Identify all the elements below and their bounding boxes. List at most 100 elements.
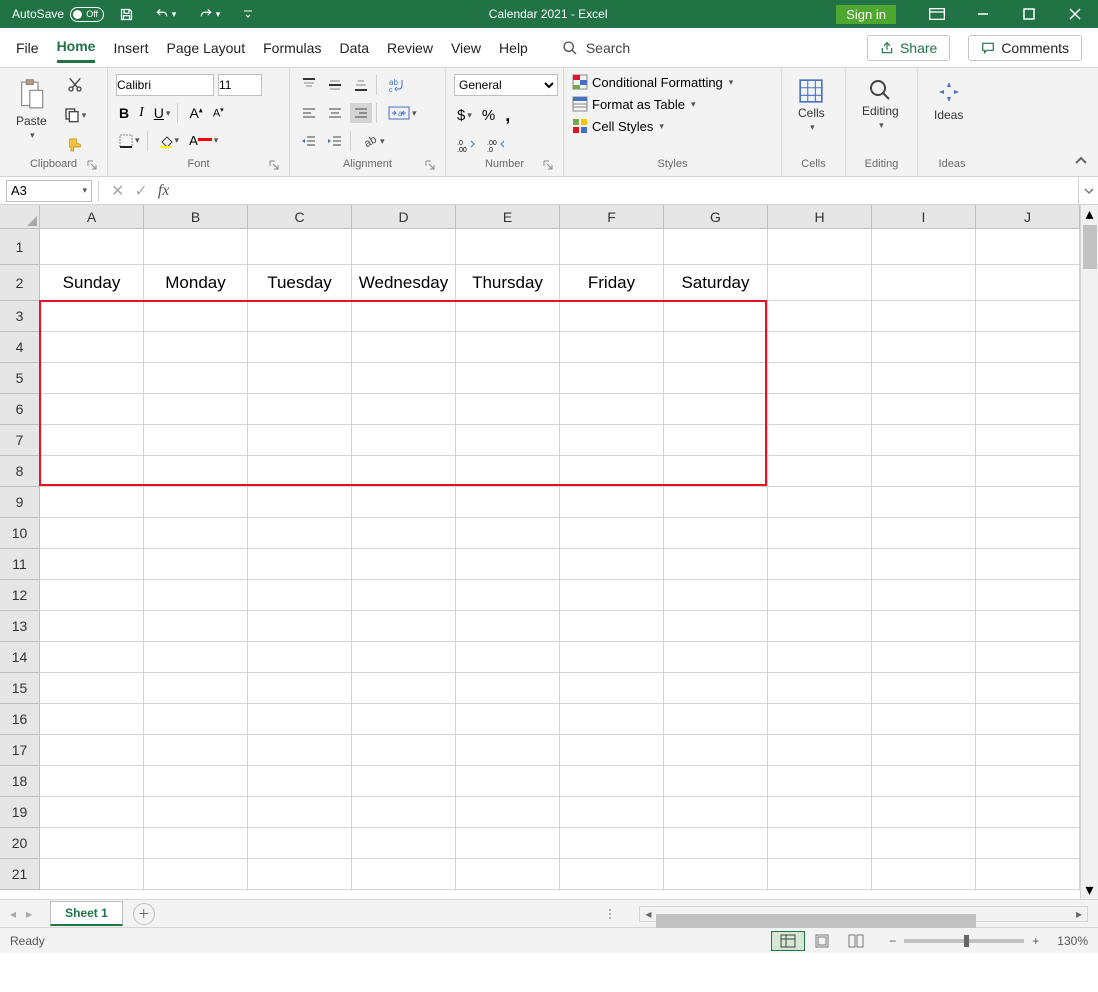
col-header-A[interactable]: A xyxy=(40,205,144,229)
cell-E21[interactable] xyxy=(456,859,560,890)
cell-G5[interactable] xyxy=(664,363,768,394)
row-header-17[interactable]: 17 xyxy=(0,735,40,766)
cell-A17[interactable] xyxy=(40,735,144,766)
row-header-11[interactable]: 11 xyxy=(0,549,40,580)
row-header-18[interactable]: 18 xyxy=(0,766,40,797)
cell-A8[interactable] xyxy=(40,456,144,487)
cell-F1[interactable] xyxy=(560,229,664,265)
prev-sheet-button[interactable]: ◂ xyxy=(10,907,16,921)
cell-G13[interactable] xyxy=(664,611,768,642)
row-header-19[interactable]: 19 xyxy=(0,797,40,828)
cell-B11[interactable] xyxy=(144,549,248,580)
number-format-combo[interactable]: General xyxy=(454,74,558,96)
cell-E16[interactable] xyxy=(456,704,560,735)
cell-A9[interactable] xyxy=(40,487,144,518)
page-break-view-button[interactable] xyxy=(839,931,873,951)
cell-H21[interactable] xyxy=(768,859,872,890)
col-header-G[interactable]: G xyxy=(664,205,768,229)
cell-D2[interactable]: Wednesday xyxy=(352,265,456,301)
cell-D3[interactable] xyxy=(352,301,456,332)
cell-B1[interactable] xyxy=(144,229,248,265)
cell-J14[interactable] xyxy=(976,642,1080,673)
cell-F6[interactable] xyxy=(560,394,664,425)
cell-E5[interactable] xyxy=(456,363,560,394)
row-header-16[interactable]: 16 xyxy=(0,704,40,735)
cell-C20[interactable] xyxy=(248,828,352,859)
cell-E20[interactable] xyxy=(456,828,560,859)
next-sheet-button[interactable]: ▸ xyxy=(26,907,32,921)
cell-C18[interactable] xyxy=(248,766,352,797)
font-size-combo[interactable] xyxy=(218,74,262,96)
fx-icon[interactable]: fx xyxy=(158,182,170,200)
split-handle-icon[interactable] xyxy=(607,909,613,919)
col-header-J[interactable]: J xyxy=(976,205,1080,229)
cell-I8[interactable] xyxy=(872,456,976,487)
cell-D1[interactable] xyxy=(352,229,456,265)
cell-J19[interactable] xyxy=(976,797,1080,828)
cell-C1[interactable] xyxy=(248,229,352,265)
cell-G4[interactable] xyxy=(664,332,768,363)
grow-font-button[interactable]: A▴ xyxy=(186,102,205,124)
cell-J9[interactable] xyxy=(976,487,1080,518)
accounting-format-button[interactable]: $▾ xyxy=(454,104,475,127)
cell-J21[interactable] xyxy=(976,859,1080,890)
cell-B12[interactable] xyxy=(144,580,248,611)
cell-C10[interactable] xyxy=(248,518,352,549)
paste-button[interactable]: Paste ▾ xyxy=(8,74,55,156)
comma-format-button[interactable]: , xyxy=(502,102,513,129)
cell-J7[interactable] xyxy=(976,425,1080,456)
cell-H2[interactable] xyxy=(768,265,872,301)
row-header-10[interactable]: 10 xyxy=(0,518,40,549)
cell-G17[interactable] xyxy=(664,735,768,766)
cell-C16[interactable] xyxy=(248,704,352,735)
cell-G11[interactable] xyxy=(664,549,768,580)
cell-G9[interactable] xyxy=(664,487,768,518)
cell-B3[interactable] xyxy=(144,301,248,332)
cell-C5[interactable] xyxy=(248,363,352,394)
cell-F13[interactable] xyxy=(560,611,664,642)
cell-D7[interactable] xyxy=(352,425,456,456)
cell-J5[interactable] xyxy=(976,363,1080,394)
scroll-right-icon[interactable]: ▸ xyxy=(1071,907,1087,921)
cell-E10[interactable] xyxy=(456,518,560,549)
cell-G20[interactable] xyxy=(664,828,768,859)
cell-E17[interactable] xyxy=(456,735,560,766)
cell-D6[interactable] xyxy=(352,394,456,425)
cell-G2[interactable]: Saturday xyxy=(664,265,768,301)
col-header-I[interactable]: I xyxy=(872,205,976,229)
cell-B15[interactable] xyxy=(144,673,248,704)
font-name-combo[interactable] xyxy=(116,74,214,96)
cell-H5[interactable] xyxy=(768,363,872,394)
row-header-1[interactable]: 1 xyxy=(0,229,40,265)
customize-qat-icon[interactable] xyxy=(236,3,260,25)
cell-G8[interactable] xyxy=(664,456,768,487)
cell-G6[interactable] xyxy=(664,394,768,425)
cell-J4[interactable] xyxy=(976,332,1080,363)
format-painter-button[interactable] xyxy=(64,134,86,156)
cell-D4[interactable] xyxy=(352,332,456,363)
cell-I18[interactable] xyxy=(872,766,976,797)
cell-B4[interactable] xyxy=(144,332,248,363)
col-header-F[interactable]: F xyxy=(560,205,664,229)
cell-H15[interactable] xyxy=(768,673,872,704)
cell-H20[interactable] xyxy=(768,828,872,859)
cell-D15[interactable] xyxy=(352,673,456,704)
cells-button[interactable]: Cells▾ xyxy=(790,74,833,156)
font-launcher-icon[interactable] xyxy=(269,160,279,170)
cell-D18[interactable] xyxy=(352,766,456,797)
cell-C2[interactable]: Tuesday xyxy=(248,265,352,301)
row-header-2[interactable]: 2 xyxy=(0,265,40,301)
redo-icon[interactable]: ▾ xyxy=(192,3,226,25)
cell-D12[interactable] xyxy=(352,580,456,611)
row-header-4[interactable]: 4 xyxy=(0,332,40,363)
cell-H6[interactable] xyxy=(768,394,872,425)
cell-H11[interactable] xyxy=(768,549,872,580)
alignment-launcher-icon[interactable] xyxy=(425,160,435,170)
select-all-corner[interactable] xyxy=(0,205,40,229)
cell-J20[interactable] xyxy=(976,828,1080,859)
cell-A19[interactable] xyxy=(40,797,144,828)
col-header-B[interactable]: B xyxy=(144,205,248,229)
tab-insert[interactable]: Insert xyxy=(113,34,148,62)
increase-decimal-button[interactable]: .0.00 xyxy=(454,135,480,155)
cell-J17[interactable] xyxy=(976,735,1080,766)
